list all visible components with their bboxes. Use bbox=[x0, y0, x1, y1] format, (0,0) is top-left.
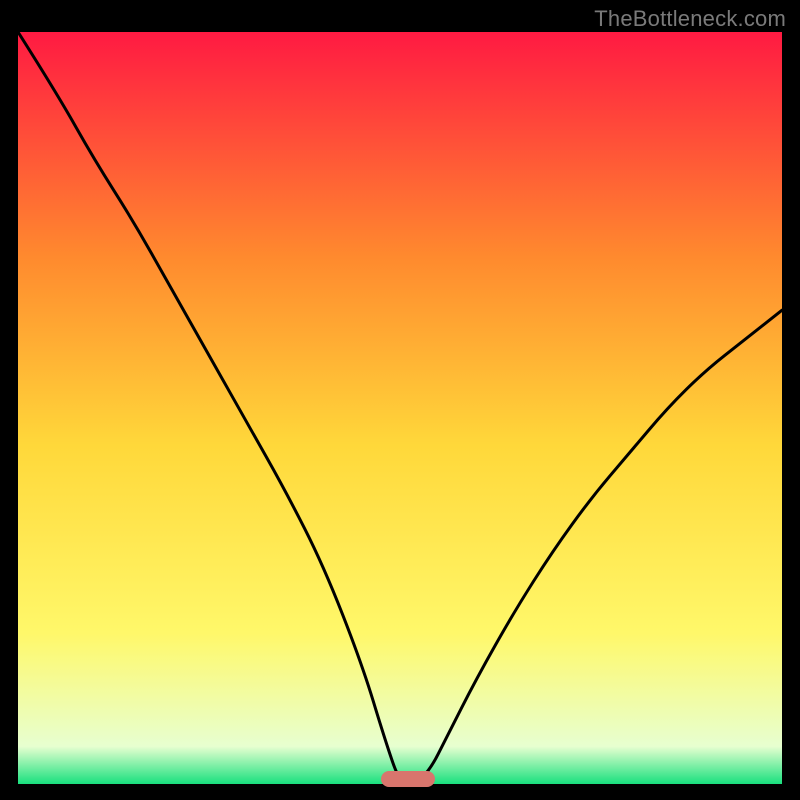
bottleneck-plot bbox=[18, 32, 782, 784]
bottleneck-marker bbox=[381, 771, 435, 787]
watermark-text: TheBottleneck.com bbox=[594, 6, 786, 32]
chart-frame: TheBottleneck.com bbox=[0, 0, 800, 800]
